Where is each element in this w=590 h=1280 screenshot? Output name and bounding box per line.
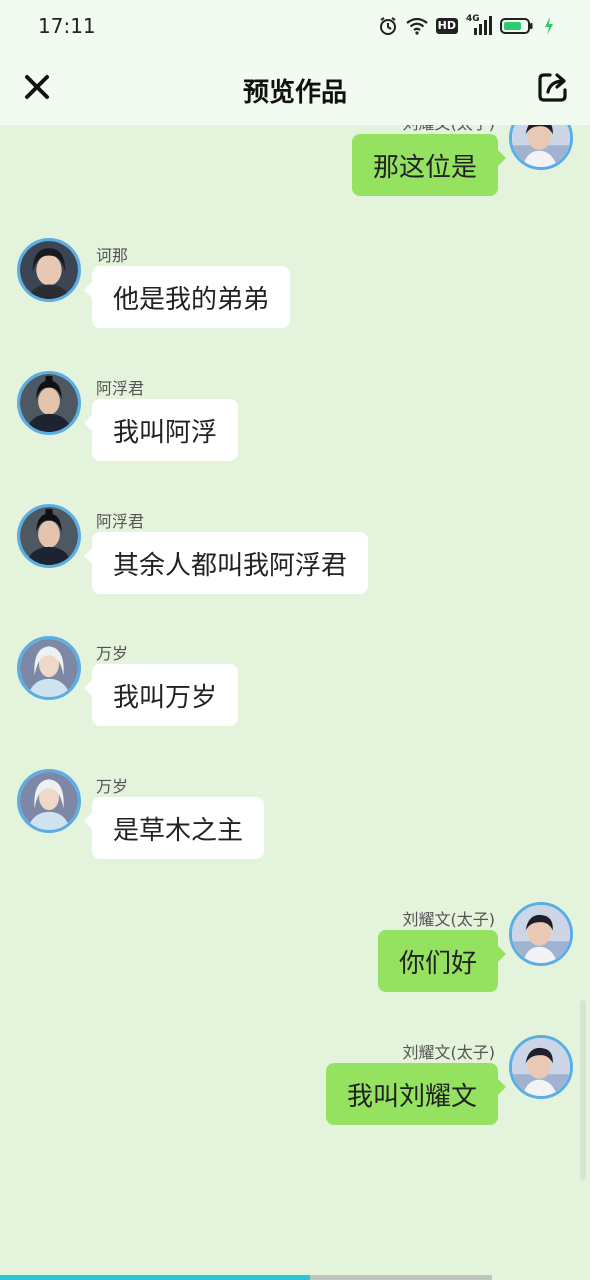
message-bubble[interactable]: 那这位是 <box>351 134 507 196</box>
status-bar: 17:11 HD 4G <box>0 0 590 52</box>
network-label: 4G <box>466 14 480 24</box>
playback-progress-bar[interactable] <box>0 1272 590 1280</box>
battery-icon <box>500 17 536 35</box>
avatar-wan-sui[interactable] <box>17 769 81 833</box>
message-bubble[interactable]: 他是我的弟弟 <box>83 266 291 328</box>
progress-fill <box>0 1275 310 1280</box>
message-bubble[interactable]: 其余人都叫我阿浮君 <box>83 532 369 594</box>
charging-icon <box>544 17 554 35</box>
share-button[interactable] <box>534 70 572 108</box>
message-bubble[interactable]: 我叫阿浮 <box>83 399 239 461</box>
message-bubble[interactable]: 我叫刘耀文 <box>325 1063 507 1125</box>
avatar-liu-yaowen[interactable] <box>509 1035 573 1099</box>
sender-name: 万岁 <box>96 644 129 663</box>
sender-name: 万岁 <box>96 777 129 796</box>
scrollbar[interactable] <box>580 1000 586 1180</box>
share-icon <box>536 70 570 108</box>
message-bubble[interactable]: 我叫万岁 <box>83 664 239 726</box>
nav-bar: 预览作品 <box>0 52 590 125</box>
signal-icon: 4G <box>466 14 492 36</box>
hd-icon: HD <box>435 18 458 34</box>
avatar-he-na[interactable] <box>17 238 81 302</box>
avatar-a-fu-jun[interactable] <box>17 504 81 568</box>
sender-name: 阿浮君 <box>96 379 145 398</box>
chat-area[interactable]: 刘耀文(太子) 那这位是 诃那 他是我的弟弟 阿浮君 我叫阿浮 阿浮君 其余人都… <box>0 0 590 1280</box>
status-icons: HD 4G <box>378 14 554 38</box>
status-time: 17:11 <box>38 14 96 38</box>
header: 17:11 HD 4G 预览作品 <box>0 0 590 125</box>
alarm-icon <box>378 16 398 36</box>
sender-name: 刘耀文(太子) <box>402 1043 496 1062</box>
avatar-a-fu-jun[interactable] <box>17 371 81 435</box>
sender-name: 诃那 <box>96 246 129 265</box>
sender-name: 刘耀文(太子) <box>402 910 496 929</box>
sender-name: 阿浮君 <box>96 512 145 531</box>
message-bubble[interactable]: 你们好 <box>377 930 507 992</box>
message-bubble[interactable]: 是草木之主 <box>83 797 265 859</box>
wifi-icon <box>405 17 428 35</box>
page-title: 预览作品 <box>242 78 347 108</box>
avatar-liu-yaowen[interactable] <box>509 902 573 966</box>
avatar-wan-sui[interactable] <box>17 636 81 700</box>
